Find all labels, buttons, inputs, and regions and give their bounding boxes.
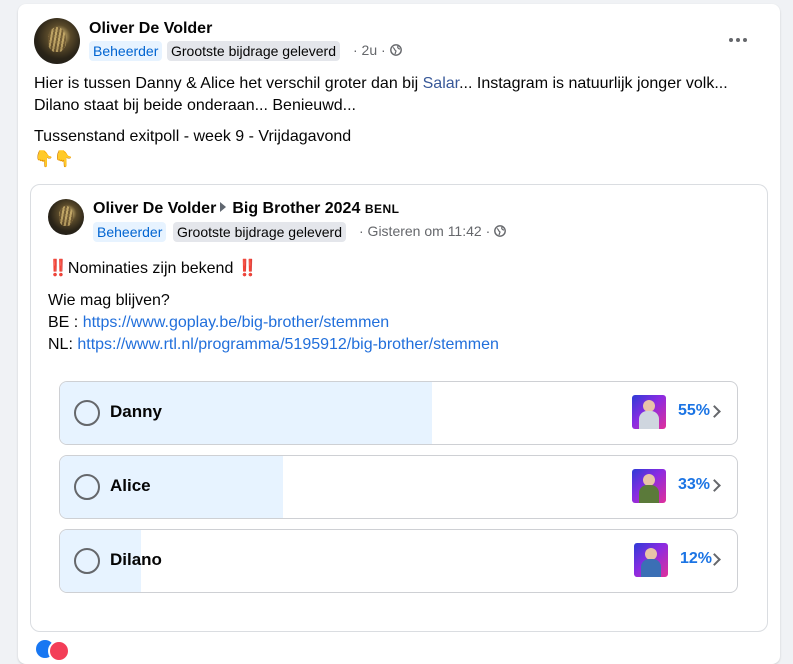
more-dot-icon — [743, 38, 747, 42]
radio-button[interactable] — [74, 548, 100, 574]
chevron-right-icon — [708, 405, 721, 418]
shared-timestamp: · Gisteren om 11:42 · — [359, 223, 507, 239]
double-exclamation-icon: ‼️ — [48, 260, 68, 277]
more-options-button[interactable] — [720, 22, 756, 58]
shared-author-avatar[interactable] — [48, 199, 84, 235]
shared-time[interactable]: · Gisteren om 11:42 · — [359, 223, 490, 239]
shared-author-name[interactable]: Oliver De Volder — [93, 200, 216, 217]
post-text-prefix: Hier is tussen Danny & Alice het verschi… — [34, 75, 423, 92]
be-link-line: BE : https://www.goplay.be/big-brother/s… — [48, 312, 389, 334]
radio-button[interactable] — [74, 474, 100, 500]
shared-question: Wie mag blijven? — [48, 292, 170, 309]
shared-admin-badge[interactable]: Beheerder — [93, 222, 167, 242]
post-text-suffix: ... Instagram is natuurlijk jonger volk.… — [459, 75, 728, 92]
post-text-line-3: Tussenstand exitpoll - week 9 - Vrijdaga… — [34, 128, 352, 145]
be-label: BE : — [48, 314, 83, 331]
poll-option-alice[interactable]: Alice 33% — [59, 455, 738, 519]
poll-percentage[interactable]: 33% — [678, 476, 710, 494]
poll-option-label: Alice — [110, 476, 151, 495]
chevron-right-icon — [708, 479, 721, 492]
poll-option-danny[interactable]: Danny 55% — [59, 381, 738, 445]
pointing-down-emoji: 👇👇 — [34, 151, 74, 168]
author-name[interactable]: Oliver De Volder — [89, 20, 212, 38]
author-avatar[interactable] — [34, 18, 80, 64]
headline-text: Nominaties zijn bekend — [67, 260, 234, 277]
be-vote-link[interactable]: https://www.goplay.be/big-brother/stemme… — [83, 314, 390, 331]
love-reaction-icon[interactable] — [48, 640, 70, 662]
top-contributor-badge[interactable]: Grootste bijdrage geleverd — [167, 41, 340, 61]
double-exclamation-icon: ‼️ — [237, 260, 258, 277]
poll-option-label: Dilano — [110, 550, 162, 569]
group-name[interactable]: Big Brother 2024 — [232, 200, 360, 217]
tagged-link-salar[interactable]: Salar — [423, 75, 459, 92]
nl-label: NL: — [48, 336, 78, 353]
poll-option-label: Danny — [110, 402, 162, 421]
admin-badge[interactable]: Beheerder — [89, 41, 163, 61]
nl-vote-link[interactable]: https://www.rtl.nl/programma/5195912/big… — [77, 336, 499, 353]
radio-button[interactable] — [74, 400, 100, 426]
shared-header: Oliver De Volder Big Brother 2024 BENL — [93, 200, 399, 218]
post-text-line-1: Hier is tussen Danny & Alice het verschi… — [34, 73, 728, 95]
post-time[interactable]: · 2u · — [353, 42, 386, 58]
poll-percentage[interactable]: 55% — [678, 402, 710, 420]
more-dot-icon — [736, 38, 740, 42]
arrow-right-icon — [220, 202, 227, 212]
globe-icon — [389, 44, 402, 56]
poll-option-dilano[interactable]: Dilano 12% — [59, 529, 738, 593]
voter-avatar[interactable] — [632, 469, 666, 503]
shared-headline: ‼️Nominaties zijn bekend ‼️ — [48, 258, 258, 280]
globe-icon — [494, 225, 507, 237]
post-timestamp: · 2u · — [353, 42, 402, 58]
voter-avatar[interactable] — [632, 395, 666, 429]
shared-top-contributor-badge[interactable]: Grootste bijdrage geleverd — [173, 222, 346, 242]
more-dot-icon — [729, 38, 733, 42]
nl-link-line: NL: https://www.rtl.nl/programma/5195912… — [48, 334, 499, 356]
post-text-line-2: Dilano staat bij beide onderaan... Benie… — [34, 97, 356, 114]
voter-avatar[interactable] — [634, 543, 668, 577]
group-tag: BENL — [364, 202, 400, 216]
